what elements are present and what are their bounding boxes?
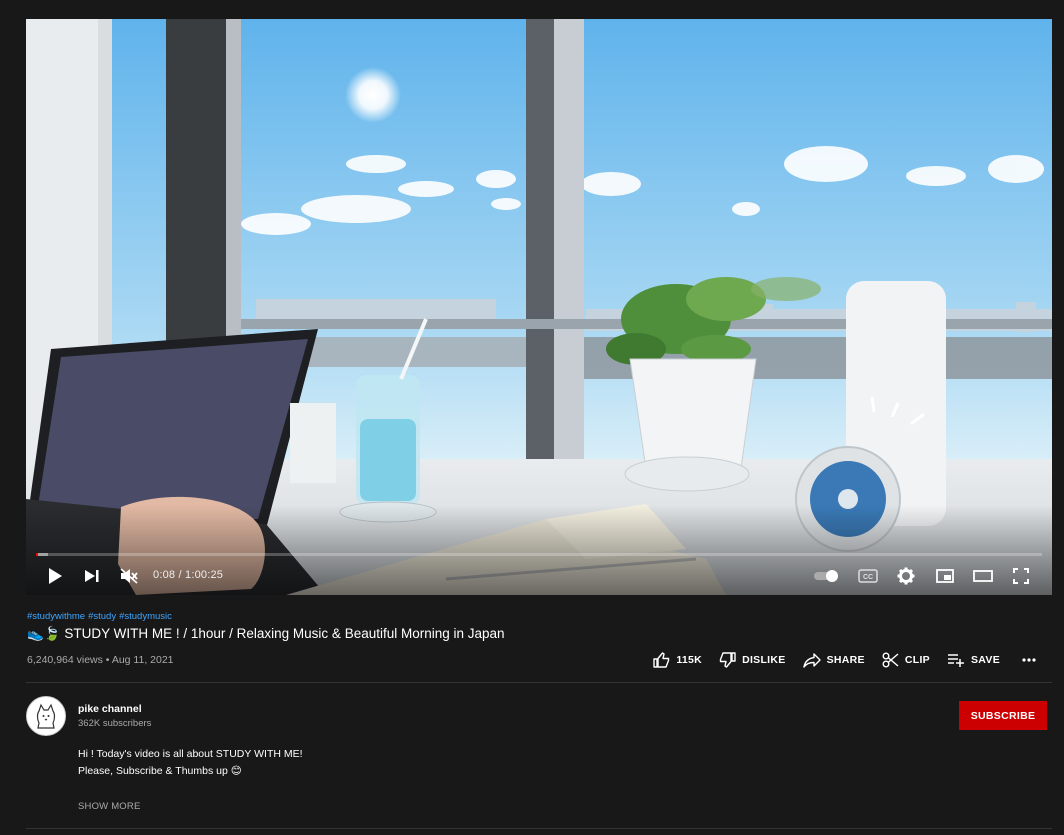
share-button[interactable]: SHARE <box>802 652 865 668</box>
scissors-icon <box>882 652 899 668</box>
playlist-add-icon <box>947 654 964 667</box>
video-title: 👟🍃 STUDY WITH ME ! / 1hour / Relaxing Mu… <box>27 626 505 641</box>
like-button[interactable]: 115K <box>653 652 702 668</box>
channel-name[interactable]: pike channel <box>78 703 142 715</box>
autoplay-toggle[interactable] <box>812 565 842 587</box>
time-current: 0:08 <box>153 569 176 581</box>
share-icon <box>802 652 821 668</box>
hashtags: #studywithme #study #studymusic <box>27 611 175 622</box>
miniplayer-button[interactable] <box>933 565 957 587</box>
thumbs-down-icon <box>719 652 736 668</box>
time-separator: / <box>175 569 185 581</box>
cat-logo-icon <box>36 703 56 729</box>
theater-icon <box>973 570 993 582</box>
video-meta: 6,240,964 views • Aug 11, 2021 <box>27 654 174 666</box>
fullscreen-icon <box>1013 568 1029 584</box>
save-label: SAVE <box>970 654 1000 666</box>
description-line: Hi ! Today's video is all about STUDY WI… <box>78 748 303 760</box>
autoplay-toggle-icon <box>814 570 838 582</box>
subscriber-count: 362K subscribers <box>78 718 152 729</box>
settings-icon <box>897 567 915 585</box>
subscribe-button[interactable]: SUBSCRIBE <box>959 701 1047 730</box>
hashtag-link[interactable]: #studywithme <box>27 611 85 622</box>
clip-button[interactable]: CLIP <box>882 652 930 668</box>
mute-button[interactable] <box>118 565 140 587</box>
thumbs-up-icon <box>653 652 670 668</box>
play-icon <box>49 568 62 584</box>
svg-text:CC: CC <box>863 574 873 581</box>
share-label: SHARE <box>826 654 865 666</box>
hashtag-link[interactable]: #study <box>88 611 116 622</box>
upload-date: Aug 11, 2021 <box>111 654 174 666</box>
channel-avatar[interactable] <box>26 696 66 736</box>
dislike-button[interactable]: DISLIKE <box>719 652 786 668</box>
meta-separator: • <box>102 654 112 666</box>
more-icon <box>1022 658 1036 662</box>
show-more-button[interactable]: SHOW MORE <box>78 801 141 812</box>
view-count: 6,240,964 views <box>27 654 103 666</box>
progress-played <box>36 553 39 556</box>
miniplayer-icon <box>936 569 954 583</box>
save-button[interactable]: SAVE <box>947 653 1000 667</box>
description-line: Please, Subscribe & Thumbs up 😊 <box>78 765 242 777</box>
video-actions: 115K DISLIKE SHARE CLIP SAVE <box>636 652 1042 668</box>
next-button[interactable] <box>81 565 103 587</box>
like-count: 115K <box>676 654 703 666</box>
settings-button[interactable] <box>894 565 918 587</box>
play-button[interactable] <box>44 565 66 587</box>
time-display: 0:08 / 1:00:25 <box>153 569 223 581</box>
cc-icon: CC <box>858 569 878 583</box>
theater-button[interactable] <box>971 565 995 587</box>
dislike-label: DISLIKE <box>742 654 786 666</box>
divider <box>26 682 1052 683</box>
clip-label: CLIP <box>904 654 930 666</box>
video-player[interactable]: 0:08 / 1:00:25 CC <box>26 19 1052 595</box>
more-actions-button[interactable] <box>1022 658 1042 662</box>
video-description: Hi ! Today's video is all about STUDY WI… <box>78 746 303 780</box>
progress-bar[interactable] <box>36 553 1042 556</box>
next-icon <box>85 570 99 582</box>
time-duration: 1:00:25 <box>185 569 224 581</box>
fullscreen-button[interactable] <box>1009 565 1033 587</box>
cc-button[interactable]: CC <box>856 565 880 587</box>
divider <box>26 828 1052 829</box>
hashtag-link[interactable]: #studymusic <box>119 611 172 622</box>
mute-icon <box>120 568 138 584</box>
